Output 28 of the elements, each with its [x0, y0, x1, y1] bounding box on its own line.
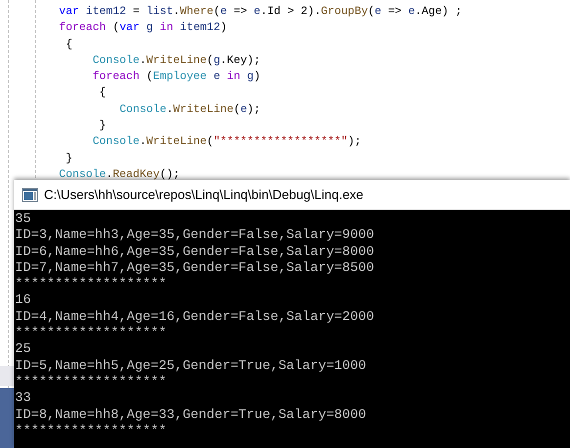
code-line: foreach (var g in item12): [59, 22, 227, 34]
console-output-line: *******************: [15, 276, 167, 292]
side-panel: [0, 388, 14, 448]
console-output-line: ID=3,Name=hh3,Age=35,Gender=False,Salary=9000: [15, 227, 374, 242]
code-line: Console.WriteLine(e);: [119, 104, 260, 116]
code-line: Console.WriteLine(g.Key);: [92, 54, 260, 67]
code-line: {: [66, 38, 72, 51]
console-output-line: ID=5,Name=hh5,Age=25,Gender=True,Salary=1000: [15, 358, 366, 373]
code-line: var item12 = list.Where(e => e.Id > 2).GroupBy(e => e.Age) ;: [59, 6, 462, 18]
console-output-line: ID=4,Name=hh4,Age=16,Gender=False,Salary=2000: [15, 308, 374, 324]
console-output-line: *******************: [15, 325, 167, 340]
console-app-icon: [22, 188, 38, 202]
code-line: foreach (Employee e in g): [92, 71, 260, 84]
window-title: C:\Users\hh\source\repos\Linq\Linq\bin\Debug\Linq.exe: [44, 186, 364, 204]
code-line: Console.WriteLine("******************");: [92, 136, 362, 148]
code-line: {: [99, 87, 106, 100]
console-output-line: *******************: [15, 422, 167, 438]
console-output-line: ID=7,Name=hh7,Age=35,Gender=False,Salary=8500: [15, 260, 374, 275]
console-output-line: 33: [15, 390, 31, 406]
console-output-line: 35: [15, 211, 31, 226]
code-line: }: [66, 152, 72, 165]
code-line: }: [99, 120, 106, 132]
console-output-line: ID=8,Name=hh8,Age=33,Gender=True,Salary=8000: [15, 406, 366, 422]
console-output-line: ID=6,Name=hh6,Age=35,Gender=False,Salary=8000: [15, 244, 374, 259]
console-output-line: 16: [15, 292, 31, 308]
console-output-line: *******************: [15, 374, 167, 389]
code-line: Console.ReadKey();: [59, 168, 180, 181]
console-output-line: 25: [15, 341, 31, 356]
